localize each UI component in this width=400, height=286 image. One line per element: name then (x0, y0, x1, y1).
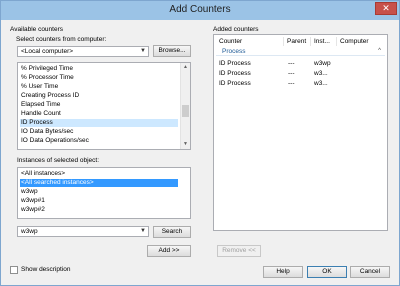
show-description-label: Show description (21, 266, 71, 273)
counter-list-item[interactable]: % Privileged Time (20, 65, 178, 73)
added-counters-table[interactable]: Counter Parent Inst... Computer Process … (213, 34, 388, 231)
row-instance: w3... (314, 70, 328, 77)
computer-select-value: <Local computer> (21, 48, 74, 55)
add-button[interactable]: Add >> (147, 245, 191, 257)
counter-list-item[interactable]: % User Time (20, 83, 178, 91)
instance-list-item[interactable]: w3wp#1 (20, 197, 178, 205)
added-counters-label: Added counters (213, 26, 259, 33)
add-counters-dialog: Add Counters ✕ Available counters Select… (0, 0, 400, 286)
row-parent: --- (288, 60, 295, 67)
ok-button[interactable]: OK (307, 266, 347, 278)
chevron-down-icon: ▼ (140, 48, 146, 54)
scroll-up-icon[interactable]: ▲ (181, 63, 190, 72)
computer-select[interactable]: <Local computer> ▼ (17, 46, 149, 57)
browse-button[interactable]: Browse... (153, 45, 191, 57)
column-header-parent[interactable]: Parent (284, 37, 311, 46)
column-header-computer[interactable]: Computer (337, 37, 385, 46)
scroll-down-icon[interactable]: ▼ (181, 140, 190, 149)
available-counters-label: Available counters (10, 26, 63, 33)
instance-list-item[interactable]: <All searched instances> (20, 179, 178, 187)
counter-list-item[interactable]: Handle Count (20, 110, 178, 118)
counter-list-item[interactable]: IO Data Bytes/sec (20, 128, 178, 136)
instances-label: Instances of selected object: (17, 157, 100, 164)
row-counter: ID Process (219, 60, 251, 67)
counter-list-item[interactable]: Creating Process ID (20, 92, 178, 100)
collapse-icon[interactable]: ^ (378, 47, 381, 56)
column-header-counter[interactable]: Counter (216, 37, 284, 46)
group-header-process[interactable]: Process ^ (216, 47, 385, 56)
column-header-instance[interactable]: Inst... (311, 37, 337, 46)
instance-list-item[interactable]: <All instances> (20, 170, 178, 178)
chevron-down-icon: ▼ (140, 228, 146, 234)
dialog-title: Add Counters (169, 4, 231, 15)
counter-list-item[interactable]: IO Data Operations/sec (20, 137, 178, 145)
instance-search-value: w3wp (21, 228, 38, 235)
scroll-thumb[interactable] (182, 105, 189, 117)
group-label: Process (222, 48, 246, 55)
counter-list-item[interactable]: % Processor Time (20, 74, 178, 82)
counters-list[interactable]: % Privileged Time% Processor Time% User … (17, 62, 191, 150)
show-description-checkbox[interactable] (10, 266, 18, 274)
row-instance: w3... (314, 80, 328, 87)
help-button[interactable]: Help (263, 266, 303, 278)
title-bar: Add Counters ✕ (1, 1, 399, 20)
search-button[interactable]: Search (153, 226, 191, 238)
row-parent: --- (288, 70, 295, 77)
remove-button[interactable]: Remove << (217, 245, 261, 257)
close-button[interactable]: ✕ (375, 2, 397, 15)
row-counter: ID Process (219, 80, 251, 87)
instance-list-item[interactable]: w3wp (20, 188, 178, 196)
instance-list-item[interactable]: w3wp#2 (20, 206, 178, 214)
counters-scrollbar[interactable]: ▲ ▼ (180, 63, 190, 149)
instance-search-field[interactable]: w3wp ▼ (17, 226, 149, 237)
counter-list-item[interactable]: Elapsed Time (20, 101, 178, 109)
select-computer-label: Select counters from computer: (16, 36, 107, 43)
row-parent: --- (288, 80, 295, 87)
cancel-button[interactable]: Cancel (350, 266, 390, 278)
row-counter: ID Process (219, 70, 251, 77)
row-instance: w3wp (314, 60, 331, 67)
counter-list-item[interactable]: ID Process (20, 119, 178, 127)
instances-list[interactable]: <All instances> <All searched instances> w… (17, 167, 191, 219)
